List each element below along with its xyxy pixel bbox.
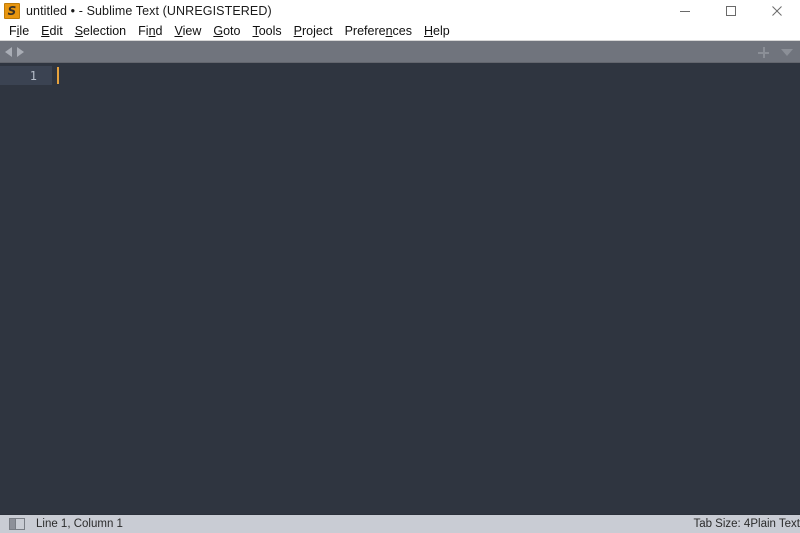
menu-item-tools[interactable]: Tools (246, 22, 287, 40)
menu-item-preferences[interactable]: Preferences (339, 22, 418, 40)
tab-scroll-controls (0, 46, 24, 57)
close-icon (772, 6, 782, 16)
chevron-down-icon[interactable] (781, 48, 793, 56)
cursor-position-status[interactable]: Line 1, Column 1 (36, 518, 123, 530)
menu-label-post: le (19, 24, 30, 38)
menu-label-post: dit (49, 24, 63, 38)
menu-bar: File Edit Selection Find View Goto Tools… (0, 22, 800, 41)
title-bar: S untitled • - Sublime Text (UNREGISTERE… (0, 0, 800, 22)
status-bar-right: Tab Size: 4 Plain Text (693, 515, 800, 533)
logo-glyph: S (7, 4, 17, 18)
window-title: untitled • - Sublime Text (UNREGISTERED) (26, 4, 272, 18)
menu-label-mnemonic: G (213, 24, 224, 38)
menu-label-mnemonic: n (148, 24, 156, 38)
editor-line-1: 1 (0, 66, 59, 85)
sidebar-toggle-icon[interactable] (9, 518, 25, 530)
menu-item-goto[interactable]: Goto (207, 22, 246, 40)
syntax-status[interactable]: Plain Text (750, 518, 800, 530)
menu-item-find[interactable]: Find (132, 22, 168, 40)
menu-item-selection[interactable]: Selection (69, 22, 132, 40)
sublime-text-window: S untitled • - Sublime Text (UNREGISTERE… (0, 0, 800, 533)
menu-label-post: election (83, 24, 127, 38)
tab-bar (0, 41, 800, 63)
menu-label-pre: Prefere (344, 24, 386, 38)
menu-label-post: d (155, 24, 163, 38)
tab-size-status[interactable]: Tab Size: 4 (693, 518, 750, 530)
menu-label-post: oto (223, 24, 241, 38)
gutter-active-line: 1 (0, 66, 52, 85)
close-button[interactable] (754, 0, 800, 22)
menu-label-post: elp (433, 24, 450, 38)
menu-label-mnemonic: E (41, 24, 50, 38)
menu-label-mnemonic: P (293, 24, 303, 38)
line-number: 1 (29, 68, 37, 83)
menu-item-view[interactable]: View (168, 22, 207, 40)
menu-label-pre: Fi (138, 24, 149, 38)
menu-label-mnemonic: H (424, 24, 434, 38)
menu-item-file[interactable]: File (3, 22, 35, 40)
menu-item-help[interactable]: Help (418, 22, 456, 40)
menu-label-pre: F (9, 24, 17, 38)
menu-item-project[interactable]: Project (288, 22, 339, 40)
status-bar: Line 1, Column 1 Tab Size: 4 Plain Text (0, 514, 800, 533)
menu-label-mnemonic: n (385, 24, 393, 38)
text-caret (57, 67, 59, 84)
maximize-button[interactable] (708, 0, 754, 22)
tab-bar-actions (758, 41, 793, 63)
maximize-icon (726, 6, 736, 16)
menu-label-mnemonic: V (174, 24, 183, 38)
editor-area[interactable]: 1 (0, 63, 800, 514)
sublime-text-logo-icon: S (4, 3, 20, 19)
menu-label-post: roject (302, 24, 333, 38)
menu-label-post: iew (182, 24, 202, 38)
minimize-button[interactable] (662, 0, 708, 22)
minimize-icon (680, 11, 690, 12)
sidebar-toggle-panel (10, 519, 16, 529)
arrow-left-icon[interactable] (5, 46, 12, 57)
window-controls (662, 0, 800, 22)
plus-icon[interactable] (758, 46, 769, 58)
menu-label-mnemonic: S (74, 24, 84, 38)
menu-label-post: ces (392, 24, 412, 38)
menu-item-edit[interactable]: Edit (35, 22, 69, 40)
menu-label-post: ools (258, 24, 282, 38)
arrow-right-icon[interactable] (17, 46, 24, 57)
